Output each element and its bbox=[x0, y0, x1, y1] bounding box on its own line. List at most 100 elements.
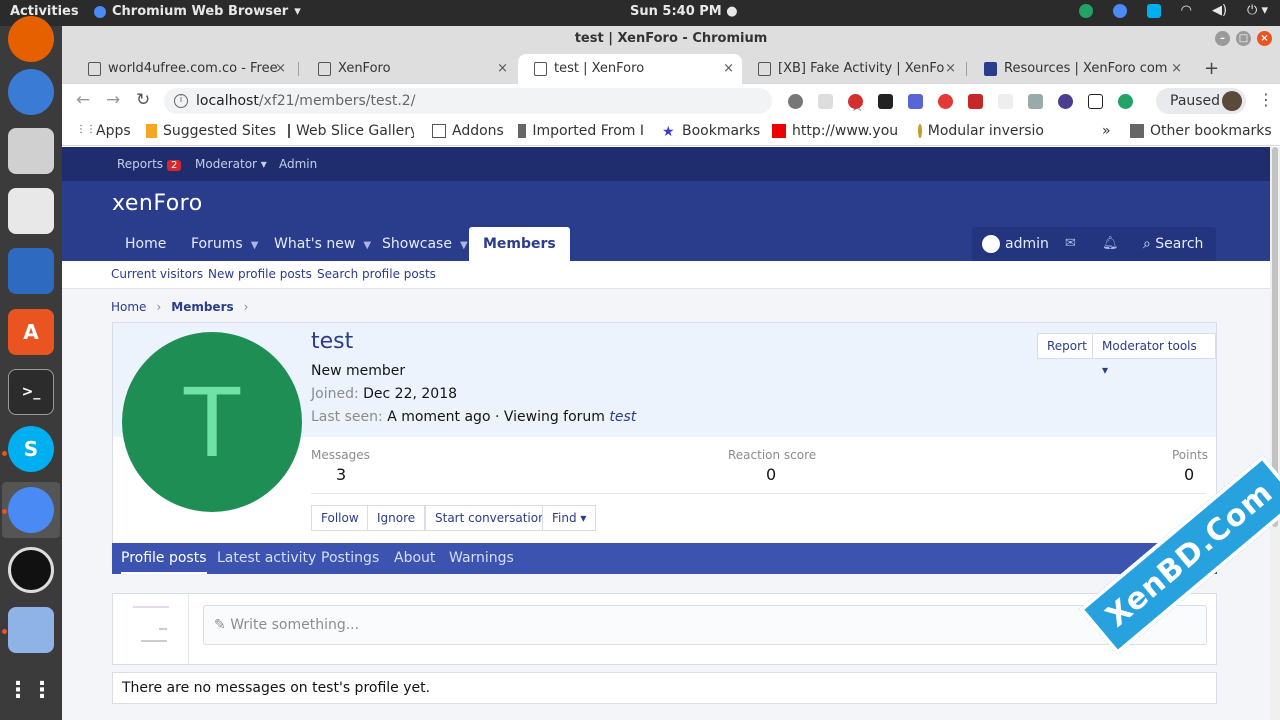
follow-button[interactable]: Follow bbox=[311, 505, 369, 531]
nav-tab-home[interactable]: Home bbox=[125, 227, 166, 261]
app-menu[interactable]: Chromium Web Browser ▾ bbox=[94, 4, 301, 19]
address-bar[interactable]: i localhost/xf21/members/test.2/ ☆ bbox=[164, 88, 864, 115]
wifi-icon[interactable]: ◠ bbox=[1181, 3, 1192, 18]
bell-icon[interactable]: 🔔︎ bbox=[1102, 227, 1119, 261]
notion-icon[interactable] bbox=[1088, 94, 1103, 109]
subnav-search-profile-posts[interactable]: Search profile posts bbox=[317, 267, 436, 281]
files-icon[interactable] bbox=[8, 128, 54, 174]
clock[interactable]: Sun 5:40 PM ● bbox=[630, 4, 738, 19]
minimize-button[interactable]: – bbox=[1215, 31, 1230, 46]
skype-icon[interactable]: S bbox=[8, 426, 54, 472]
report-button[interactable]: Report bbox=[1037, 333, 1097, 359]
firefox-icon[interactable] bbox=[8, 16, 54, 62]
page-scrollbar[interactable] bbox=[1270, 147, 1280, 720]
hangouts-icon[interactable] bbox=[1078, 3, 1093, 18]
bookmarks-overflow-button[interactable]: » bbox=[1102, 123, 1111, 139]
ignore-button[interactable]: Ignore bbox=[367, 505, 426, 531]
admin-link[interactable]: Admin bbox=[279, 157, 317, 171]
bookmark-apps[interactable]: ⋮⋮ Apps bbox=[76, 123, 131, 139]
browser-tab[interactable]: world4ufree.com.co - Free × bbox=[72, 54, 294, 84]
volume-icon[interactable]: ◀) bbox=[1212, 3, 1227, 18]
extension-icon[interactable] bbox=[1028, 94, 1043, 109]
shield-icon[interactable] bbox=[968, 94, 983, 109]
tab-latest-activity[interactable]: Latest activity bbox=[217, 543, 316, 574]
browser-tab[interactable]: Resources | XenForo com × bbox=[968, 54, 1190, 84]
show-apps-icon[interactable]: ⋮⋮ bbox=[7, 667, 54, 713]
subnav-current-visitors[interactable]: Current visitors bbox=[111, 267, 203, 281]
bookmark-item[interactable]: http://www.you bbox=[772, 123, 900, 139]
profile-button[interactable]: Paused bbox=[1156, 88, 1246, 114]
power-icon[interactable]: ⏻ ▾ bbox=[1247, 3, 1268, 18]
moderator-tools-button[interactable]: Moderator tools ▾ bbox=[1092, 333, 1216, 377]
tab-profile-posts[interactable]: Profile posts bbox=[121, 543, 207, 574]
writer-icon[interactable] bbox=[8, 248, 54, 294]
start-conversation-button[interactable]: Start conversation bbox=[425, 505, 556, 531]
tab-warnings[interactable]: Warnings bbox=[449, 543, 514, 574]
extension-icon[interactable] bbox=[1058, 94, 1073, 109]
breadcrumb-home[interactable]: Home bbox=[111, 300, 146, 314]
other-bookmarks-folder[interactable]: Other bookmarks bbox=[1130, 123, 1272, 139]
account-link[interactable]: admin bbox=[1005, 227, 1049, 261]
skype-tray-icon[interactable] bbox=[1146, 3, 1161, 18]
opera-icon[interactable] bbox=[938, 94, 953, 109]
profile-post-input[interactable]: ✎ Write something... bbox=[203, 605, 1207, 645]
close-tab-icon[interactable]: × bbox=[497, 54, 508, 84]
mail-ext-icon[interactable] bbox=[998, 94, 1013, 109]
terminal-icon[interactable]: >_ bbox=[8, 369, 54, 415]
hangouts-ext-icon[interactable] bbox=[1118, 94, 1133, 109]
close-tab-icon[interactable]: × bbox=[945, 54, 956, 84]
nav-tab-showcase[interactable]: Showcase ▼ bbox=[382, 227, 468, 261]
bookmark-item[interactable]: Web Slice Gallery bbox=[288, 123, 414, 139]
more-menu-icon[interactable]: ⋮ bbox=[1258, 90, 1274, 109]
chevron-down-icon[interactable]: ▼ bbox=[363, 240, 371, 251]
bookmark-item[interactable]: Addons bbox=[432, 123, 504, 139]
inbox-icon[interactable]: ✉ bbox=[1065, 227, 1076, 261]
virtualbox-icon[interactable] bbox=[8, 607, 54, 653]
chromium-dock-icon[interactable] bbox=[8, 487, 54, 533]
site-logo[interactable]: xenForo bbox=[112, 191, 203, 216]
chevron-down-icon[interactable]: ▼ bbox=[251, 240, 259, 251]
maximize-button[interactable]: □ bbox=[1236, 31, 1251, 46]
seen-forum-link[interactable]: test bbox=[609, 409, 636, 425]
keepass-icon[interactable] bbox=[8, 547, 54, 593]
user-avatar[interactable] bbox=[982, 235, 1000, 253]
stat-points-value[interactable]: 0 bbox=[1184, 465, 1194, 484]
adblock-icon[interactable] bbox=[848, 94, 863, 109]
reports-link[interactable]: Reports 2 bbox=[117, 157, 182, 171]
extension-icon[interactable] bbox=[878, 94, 893, 109]
nav-tab-members[interactable]: Members bbox=[469, 227, 570, 261]
rhythmbox-icon[interactable] bbox=[8, 188, 54, 234]
browser-tab-active[interactable]: test | XenForo × bbox=[518, 54, 742, 84]
nav-tab-whats-new[interactable]: What's new ▼ bbox=[274, 227, 371, 261]
browser-tab[interactable]: XenForo × bbox=[302, 54, 516, 84]
extension-icon[interactable] bbox=[788, 94, 803, 109]
search-link[interactable]: ⌕ Search bbox=[1143, 227, 1203, 261]
moderator-menu[interactable]: Moderator ▾ bbox=[195, 157, 267, 171]
chrome-tray-icon[interactable] bbox=[1112, 3, 1127, 18]
nav-tab-forums[interactable]: Forums ▼ bbox=[191, 227, 258, 261]
reload-button[interactable]: ↻ bbox=[136, 90, 150, 110]
tab-postings[interactable]: Postings bbox=[321, 543, 379, 574]
browser-tab[interactable]: [XB] Fake Activity | XenFo × bbox=[742, 54, 964, 84]
bookmark-folder[interactable]: ★ Bookmarks bbox=[662, 123, 760, 139]
extension-icon[interactable] bbox=[818, 94, 833, 109]
member-avatar[interactable]: T bbox=[122, 332, 302, 512]
activities-button[interactable]: Activities bbox=[10, 4, 79, 19]
translate-icon[interactable] bbox=[908, 94, 923, 109]
subnav-new-profile-posts[interactable]: New profile posts bbox=[208, 267, 312, 281]
chevron-down-icon[interactable]: ▼ bbox=[460, 240, 468, 251]
back-button[interactable]: ← bbox=[76, 90, 90, 110]
close-tab-icon[interactable]: × bbox=[275, 54, 286, 84]
bookmark-folder[interactable]: Imported From I bbox=[518, 123, 644, 139]
find-button[interactable]: Find ▾ bbox=[542, 505, 597, 531]
tab-about[interactable]: About bbox=[394, 543, 435, 574]
close-tab-icon[interactable]: × bbox=[1171, 54, 1182, 84]
new-tab-button[interactable]: + bbox=[1204, 54, 1219, 84]
forward-button[interactable]: → bbox=[106, 90, 120, 110]
close-window-button[interactable]: × bbox=[1257, 31, 1272, 46]
thunderbird-icon[interactable] bbox=[8, 69, 54, 115]
close-tab-icon[interactable]: × bbox=[723, 54, 734, 84]
bookmark-item[interactable]: Modular inversio bbox=[918, 123, 1044, 139]
stat-messages-value[interactable]: 3 bbox=[336, 465, 346, 484]
bookmark-item[interactable]: Suggested Sites bbox=[146, 123, 276, 139]
